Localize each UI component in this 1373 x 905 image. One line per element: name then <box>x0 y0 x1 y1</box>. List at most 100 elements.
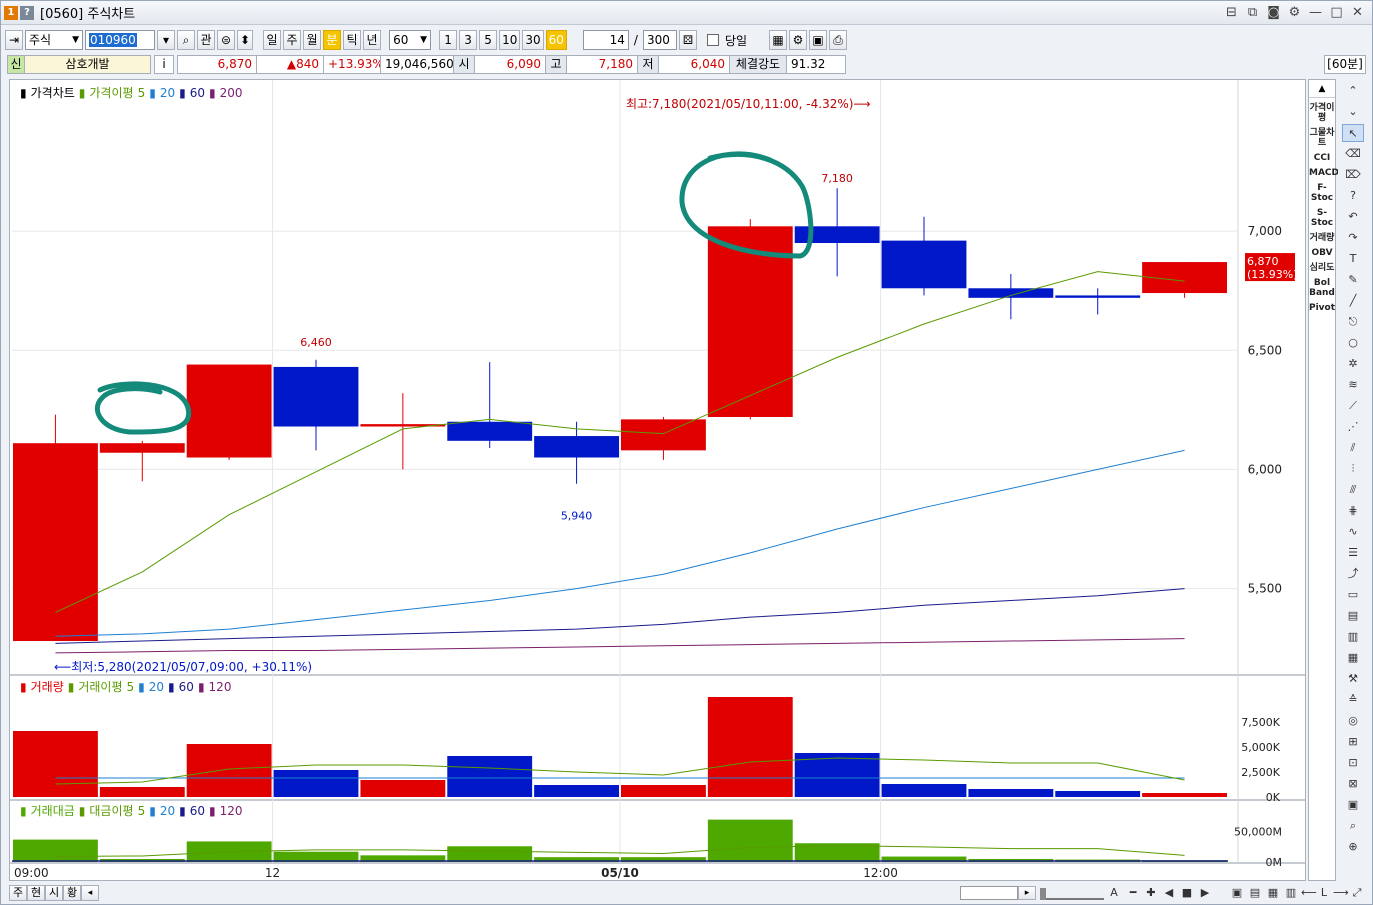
search-label-button[interactable]: 관 <box>197 30 215 50</box>
spin-icon[interactable]: ⬍ <box>237 30 254 50</box>
wrench-icon[interactable]: ⚒ <box>1342 670 1364 688</box>
indicator-4[interactable]: F-Stoc <box>1309 183 1335 203</box>
compare-icon[interactable]: ▦ <box>1342 649 1364 667</box>
tab-left-icon[interactable]: ◂ <box>81 885 99 901</box>
period-week[interactable]: 주 <box>283 30 302 50</box>
interval-5[interactable]: 5 <box>479 30 498 50</box>
copy-window-icon[interactable]: ⧉ <box>1244 4 1261 21</box>
interval-10[interactable]: 10 <box>499 30 521 50</box>
pen-icon[interactable]: ✎ <box>1342 271 1364 289</box>
redo-icon[interactable]: ↷ <box>1342 229 1364 247</box>
indicator-scroll-up[interactable]: ▲ <box>1309 80 1335 98</box>
print-icon[interactable]: ⎙ <box>829 30 848 50</box>
undo-icon[interactable]: ↶ <box>1342 208 1364 226</box>
stop-icon[interactable]: ■ <box>1180 884 1194 902</box>
chart-area[interactable]: ▮ 가격차트 ▮ 가격이평 5 ▮ 20 ▮ 60 ▮ 200 ▮ 거래량 ▮ 거래이평 5 … <box>9 79 1306 881</box>
link-icon[interactable]: ⇥ <box>5 30 23 50</box>
prev-icon[interactable]: ⟵ <box>1301 884 1317 902</box>
auto-trend-icon[interactable]: ⤴ <box>1342 565 1364 583</box>
scrollbar-track[interactable] <box>960 886 1018 900</box>
interval-select[interactable]: 60 ▼ <box>389 30 432 50</box>
period-tick[interactable]: 틱 <box>343 30 362 50</box>
interval-1[interactable]: 1 <box>439 30 458 50</box>
indicator-9[interactable]: Bol Band <box>1309 278 1335 298</box>
zoom-slider-handle[interactable] <box>1040 888 1046 900</box>
minus-icon[interactable]: ━ <box>1126 884 1140 902</box>
maximize-icon[interactable]: □ <box>1328 4 1345 21</box>
next-icon[interactable]: ⟶ <box>1333 884 1349 902</box>
zoom-slider[interactable] <box>1040 886 1104 900</box>
bottom-tab-1[interactable]: 주 <box>9 885 27 901</box>
line-icon[interactable]: ╱ <box>1342 292 1364 310</box>
plus-icon[interactable]: ✚ <box>1144 884 1158 902</box>
star-icon[interactable]: ✲ <box>1342 355 1364 373</box>
scroll-up-icon[interactable]: ⌃ <box>1342 82 1364 100</box>
text-icon[interactable]: T <box>1342 250 1364 268</box>
count-total[interactable]: 300 <box>642 30 677 50</box>
scroll-down-icon[interactable]: ⌄ <box>1342 103 1364 121</box>
interval-30[interactable]: 30 <box>522 30 544 50</box>
indicator-10[interactable]: Pivot <box>1309 303 1335 313</box>
indicator-5[interactable]: S-Stoc <box>1309 208 1335 228</box>
circle-icon[interactable]: ○ <box>1342 334 1364 352</box>
period-month[interactable]: 월 <box>303 30 322 50</box>
detail-icon[interactable]: ⊠ <box>1342 775 1364 793</box>
indicator-1[interactable]: 그물차트 <box>1309 128 1335 148</box>
scroll-right-icon[interactable]: ▸ <box>1018 886 1036 900</box>
fibonacci-icon[interactable]: ≋ <box>1342 376 1364 394</box>
bottom-tab-2[interactable]: 현 <box>27 885 45 901</box>
period-day[interactable]: 일 <box>263 30 282 50</box>
zoom-icon[interactable]: ⌕ <box>1342 817 1364 835</box>
window-icon[interactable]: ▭ <box>1342 586 1364 604</box>
chart-svg[interactable]: 5,500 6,000 6,500 7,000 0K 2,500K 5,000K 7,500K… <box>10 80 1305 880</box>
indicator-0[interactable]: 가격이평 <box>1309 103 1335 123</box>
camera-icon[interactable]: ◙ <box>1265 4 1282 21</box>
bar-chart-icon[interactable]: ▥ <box>1342 628 1364 646</box>
question-icon[interactable]: ? <box>1342 187 1364 205</box>
indicator-3[interactable]: MACD <box>1309 168 1339 178</box>
grid-icon[interactable]: ⋕ <box>1342 502 1364 520</box>
code-dropdown-icon[interactable]: ▾ <box>157 30 175 50</box>
close-icon[interactable]: ✕ <box>1349 4 1366 21</box>
period-minute[interactable]: 분 <box>323 30 342 50</box>
apply-icon[interactable]: ⚄ <box>678 30 697 50</box>
split-icon[interactable]: ▥ <box>1283 884 1299 902</box>
info-button[interactable]: i <box>154 54 174 74</box>
gann-icon[interactable]: ⟋ <box>1342 397 1364 415</box>
indicator-8[interactable]: 심리도 <box>1309 263 1335 273</box>
cursor-icon[interactable]: ↖ <box>1342 124 1364 142</box>
analysis-icon[interactable]: ⊡ <box>1342 754 1364 772</box>
cycle-icon[interactable]: ⫶ <box>1342 460 1364 478</box>
target-icon[interactable]: ⊕ <box>1342 838 1364 856</box>
brush-icon[interactable]: ⎋ <box>1342 313 1364 331</box>
count-input[interactable]: 14 <box>582 30 629 50</box>
horizontal-lines-icon[interactable]: ☰ <box>1342 544 1364 562</box>
bottom-tab-4[interactable]: 황 <box>63 885 81 901</box>
minimize-icon[interactable]: — <box>1307 4 1324 21</box>
layout-icon[interactable]: ▦ <box>1265 884 1281 902</box>
interval-60[interactable]: 60 <box>545 30 567 50</box>
tile-window-icon[interactable]: ⊟ <box>1223 4 1240 21</box>
delete-all-icon[interactable]: ⌦ <box>1342 166 1364 184</box>
order-icon[interactable]: ⊞ <box>1342 733 1364 751</box>
channel-icon[interactable]: ⫽ <box>1342 439 1364 457</box>
bottom-tab-3[interactable]: 시 <box>45 885 63 901</box>
market-select[interactable]: 주식 ▼ <box>25 30 83 50</box>
rewind-icon[interactable]: ◀ <box>1162 884 1176 902</box>
save-image-icon[interactable]: ▤ <box>1247 884 1263 902</box>
badge-1[interactable]: 1 <box>4 5 18 20</box>
code-input[interactable]: 010960 <box>85 30 155 50</box>
l-icon[interactable]: L <box>1317 884 1331 902</box>
export-excel-icon[interactable]: ▣ <box>1229 884 1245 902</box>
excel-icon[interactable]: ▣ <box>1342 796 1364 814</box>
indicator-2[interactable]: CCI <box>1309 153 1335 163</box>
settings-icon[interactable]: ⚙ <box>789 30 808 50</box>
play-icon[interactable]: ▶ <box>1198 884 1212 902</box>
period-year[interactable]: 년 <box>363 30 382 50</box>
same-day-checkbox[interactable] <box>706 34 719 46</box>
fan-icon[interactable]: ⋰ <box>1342 418 1364 436</box>
alert-icon[interactable]: ◎ <box>1342 712 1364 730</box>
indicator-6[interactable]: 거래량 <box>1309 233 1335 243</box>
indicator-7[interactable]: OBV <box>1309 248 1335 258</box>
save-icon[interactable]: ▣ <box>809 30 828 50</box>
